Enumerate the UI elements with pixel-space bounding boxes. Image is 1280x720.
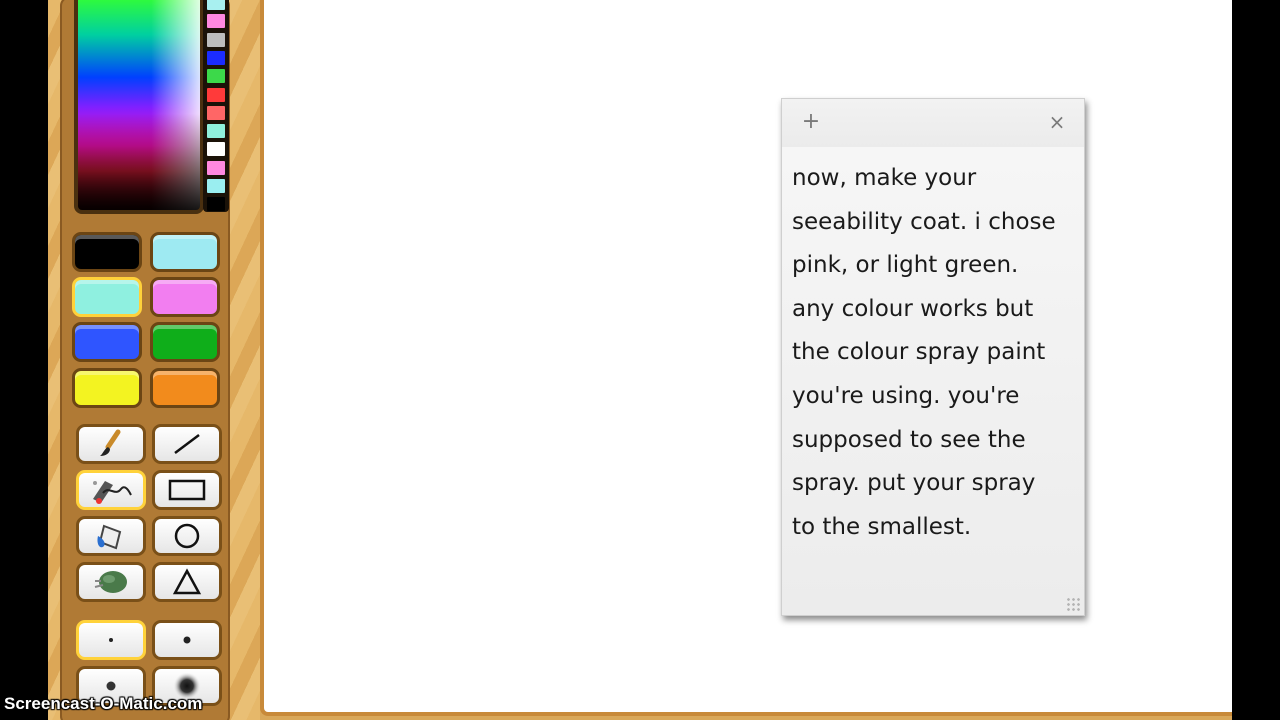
strip-swatch[interactable] bbox=[207, 124, 225, 139]
paintbrush-icon bbox=[96, 429, 126, 459]
sticky-note[interactable]: + × now, make your seeability coat. i ch… bbox=[781, 98, 1085, 616]
triangle-icon bbox=[172, 568, 202, 596]
color-button-light-cyan[interactable] bbox=[150, 232, 220, 272]
brush-dot-icon bbox=[106, 635, 116, 645]
strip-swatch[interactable] bbox=[207, 197, 225, 212]
drawing-canvas[interactable] bbox=[260, 0, 1232, 716]
color-button-orange[interactable] bbox=[150, 368, 220, 408]
color-spectrum-picker[interactable] bbox=[74, 0, 204, 214]
tool-button-paintbrush[interactable] bbox=[76, 424, 146, 464]
strip-swatch[interactable] bbox=[207, 0, 225, 10]
letterbox-left bbox=[0, 0, 48, 720]
add-note-button[interactable]: + bbox=[800, 111, 822, 133]
brush-size-smallest-button[interactable] bbox=[76, 620, 146, 660]
stamp-icon bbox=[91, 567, 131, 597]
tool-button-spray-paint[interactable] bbox=[76, 470, 146, 510]
strip-swatch[interactable] bbox=[207, 160, 225, 175]
resize-grip-icon[interactable] bbox=[1066, 597, 1080, 611]
watermark-text: Screencast-O-Matic.com bbox=[4, 694, 203, 713]
close-note-button[interactable]: × bbox=[1046, 111, 1068, 133]
strip-swatch[interactable] bbox=[207, 142, 225, 157]
letterbox-right bbox=[1232, 0, 1280, 720]
strip-swatch[interactable] bbox=[207, 87, 225, 102]
brush-dot-icon bbox=[104, 679, 118, 693]
color-button-aqua[interactable] bbox=[72, 277, 142, 317]
color-button-pink[interactable] bbox=[150, 277, 220, 317]
line-icon bbox=[170, 431, 204, 457]
tool-button-line[interactable] bbox=[152, 424, 222, 464]
brush-dot-icon bbox=[181, 634, 193, 646]
recent-colors-strip bbox=[203, 0, 229, 212]
sticky-note-header[interactable] bbox=[782, 99, 1084, 147]
rectangle-icon bbox=[168, 478, 206, 502]
sticky-note-text[interactable]: now, make your seeability coat. i chose … bbox=[792, 157, 1076, 549]
strip-swatch[interactable] bbox=[207, 69, 225, 84]
strip-swatch[interactable] bbox=[207, 50, 225, 65]
strip-swatch[interactable] bbox=[207, 105, 225, 120]
strip-swatch[interactable] bbox=[207, 179, 225, 193]
color-button-green[interactable] bbox=[150, 322, 220, 362]
tool-panel bbox=[48, 0, 260, 720]
brush-size-small-button[interactable] bbox=[152, 620, 222, 660]
strip-swatch[interactable] bbox=[207, 14, 225, 29]
color-button-black[interactable] bbox=[72, 232, 142, 272]
color-button-yellow[interactable] bbox=[72, 368, 142, 408]
tool-button-paint-bucket[interactable] bbox=[76, 516, 146, 556]
paint-bucket-icon bbox=[94, 520, 128, 552]
color-button-blue[interactable] bbox=[72, 322, 142, 362]
circle-icon bbox=[173, 522, 201, 550]
tool-button-rectangle[interactable] bbox=[152, 470, 222, 510]
tool-button-triangle[interactable] bbox=[152, 562, 222, 602]
strip-swatch[interactable] bbox=[207, 32, 225, 47]
tool-button-stamp[interactable] bbox=[76, 562, 146, 602]
spray-paint-icon bbox=[89, 475, 133, 505]
tool-button-circle[interactable] bbox=[152, 516, 222, 556]
